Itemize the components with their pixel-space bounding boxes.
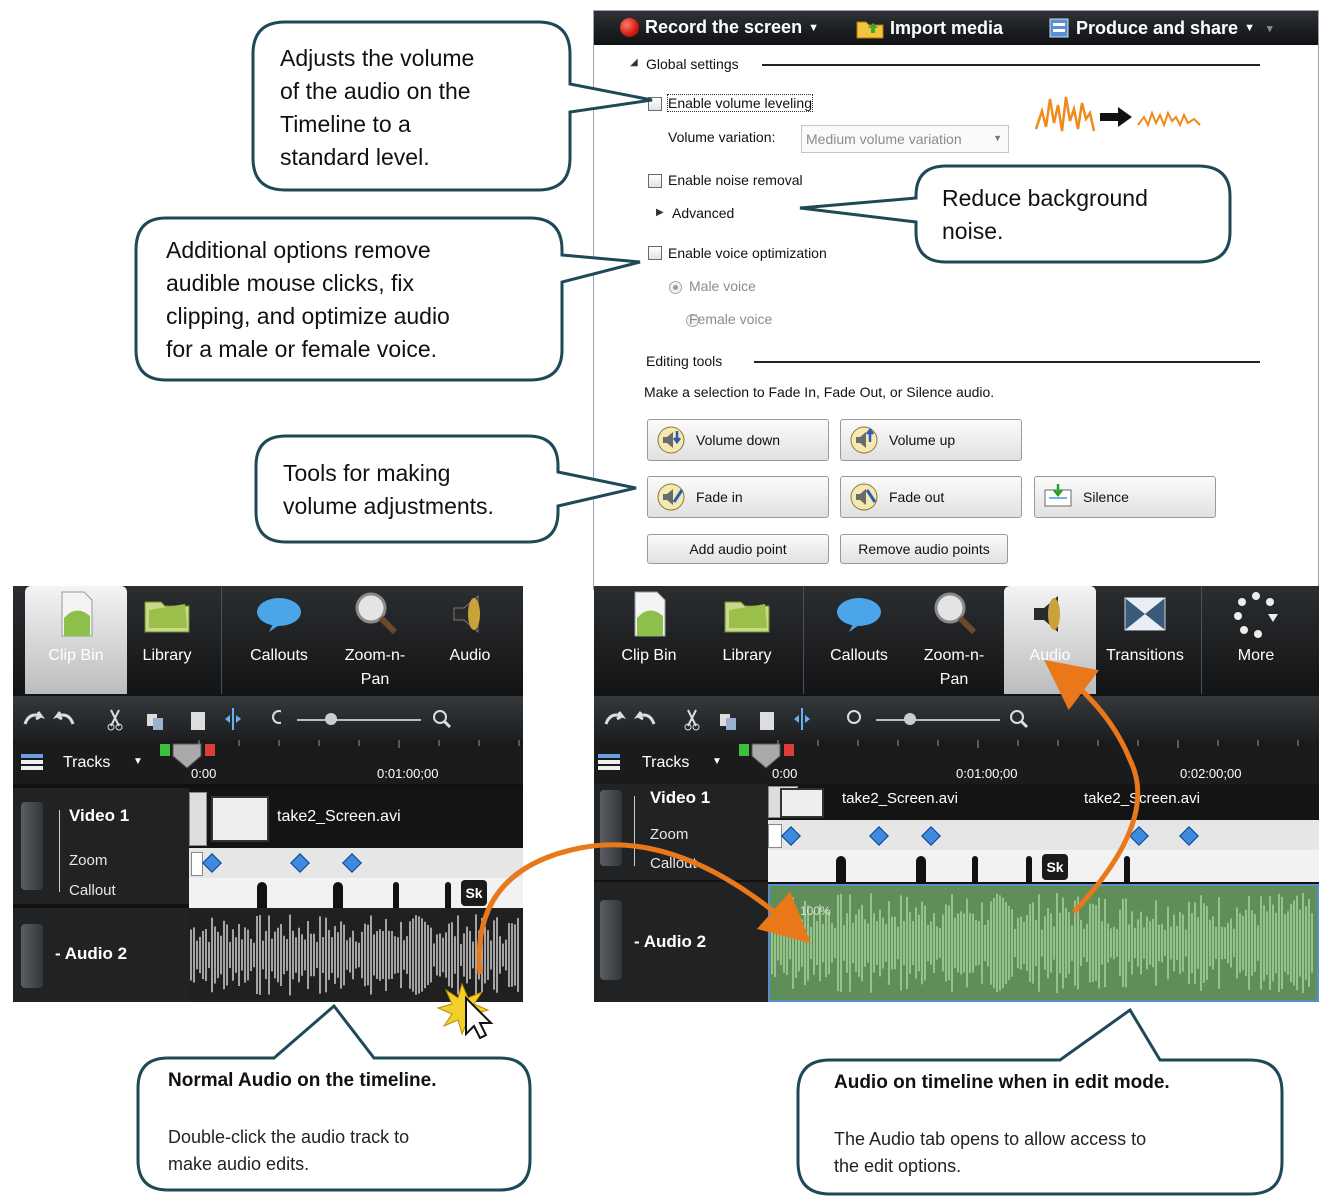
click-burst-icon: [436, 982, 494, 1040]
callout-tools-text: Tools for making volume adjustments.: [283, 460, 494, 519]
arrow-to-audio-tab: [1044, 659, 1141, 914]
arrow-to-edit-audio: [476, 842, 812, 975]
callout-volume-leveling-text: Adjusts the volume of the audio on the Tim…: [280, 45, 475, 170]
annotation-overlay: [134, 20, 1284, 1196]
callout-edit-title: Audio on timeline when in edit mode.: [834, 1072, 1170, 1093]
callout-edit-body: The Audio tab opens to allow access to th…: [834, 1129, 1147, 1176]
mouse-cursor-icon: [465, 995, 494, 1040]
callout-noise-text: Reduce background noise.: [942, 185, 1148, 244]
callout-additional-text: Additional options remove audible mouse c…: [166, 237, 450, 362]
callout-normal-body: Double-click the audio track to make audi…: [168, 1127, 410, 1174]
callout-normal-title: Normal Audio on the timeline.: [168, 1070, 437, 1091]
